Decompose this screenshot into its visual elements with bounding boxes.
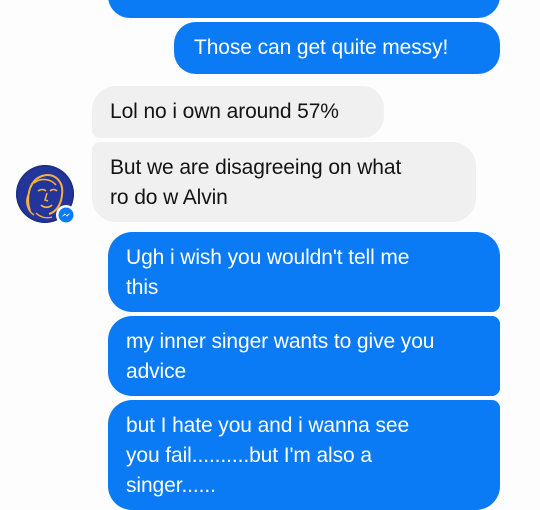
message-text: singer...... — [126, 474, 216, 497]
message-text: you fail..........but I'm also a — [126, 444, 372, 467]
message-text: Those can get quite messy! — [194, 36, 449, 59]
message-text: my inner singer wants to give you — [126, 330, 435, 353]
outgoing-message-bubble[interactable] — [108, 0, 500, 18]
messenger-badge — [56, 205, 76, 225]
outgoing-message-bubble[interactable]: but I hate you and i wanna see you fail.… — [108, 400, 500, 510]
outgoing-message-bubble[interactable]: Those can get quite messy! — [174, 22, 500, 74]
message-text: advice — [126, 360, 187, 383]
message-text: ro do w Alvin — [110, 186, 228, 209]
incoming-message-bubble[interactable]: Lol no i own around 57% — [92, 86, 384, 138]
incoming-message-bubble[interactable]: But we are disagreeing on what ro do w A… — [92, 142, 476, 222]
outgoing-message-bubble[interactable]: Ugh i wish you wouldn't tell me this — [108, 232, 500, 312]
message-thread[interactable]: Those can get quite messy! Lol no i own … — [0, 0, 540, 510]
message-text: Lol no i own around 57% — [110, 100, 339, 123]
contact-avatar[interactable] — [16, 165, 76, 225]
message-text: but I hate you and i wanna see — [126, 414, 410, 437]
message-text: But we are disagreeing on what — [110, 156, 402, 179]
message-text: Ugh i wish you wouldn't tell me — [126, 246, 410, 269]
outgoing-message-bubble[interactable]: my inner singer wants to give you advice — [108, 316, 500, 396]
messenger-badge-icon — [58, 207, 74, 223]
message-text: this — [126, 276, 159, 299]
